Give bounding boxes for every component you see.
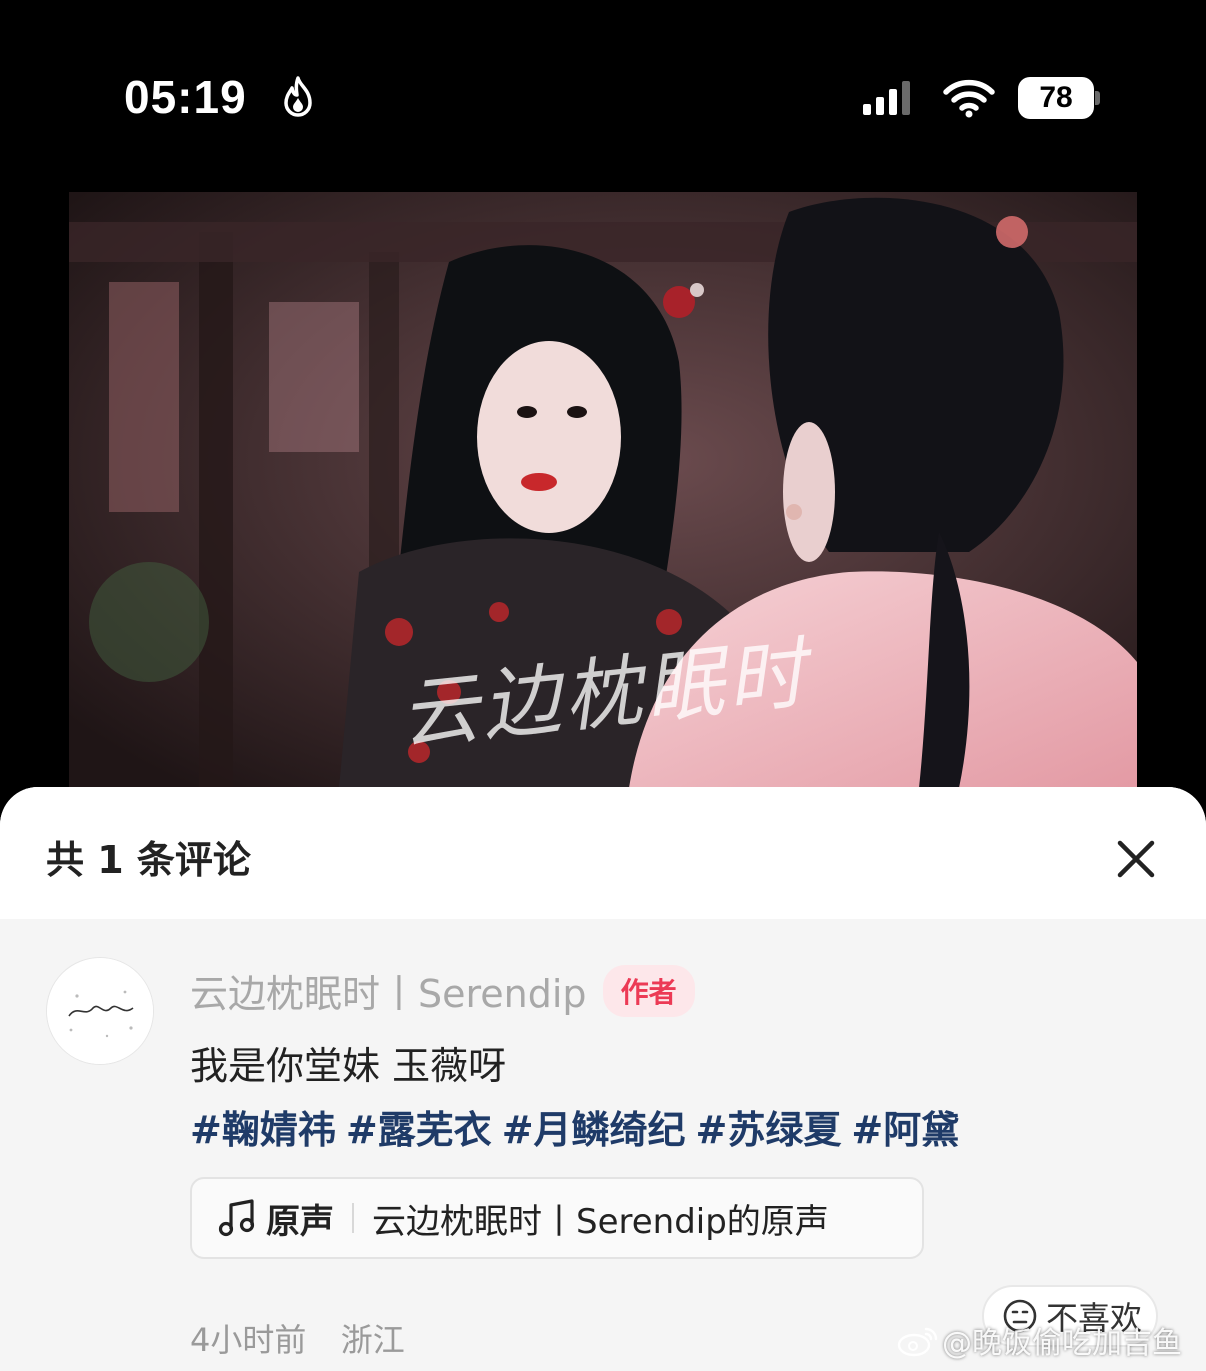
screen: 05:19 78 云边枕眠时 共 1 条评论 云边枕眠时丨Serendip 作者… <box>0 0 1206 1371</box>
music-note-icon <box>218 1199 255 1237</box>
comment-text: 我是你堂妹 玉薇呀 <box>190 1044 507 1088</box>
battery-icon: 78 <box>1018 77 1094 119</box>
flame-icon <box>284 76 312 117</box>
comment-time: 4小时前 <box>190 1321 307 1359</box>
hashtag-link[interactable]: #露芜衣 <box>346 1108 492 1152</box>
status-bar: 05:19 78 <box>0 0 1206 190</box>
original-sound-chip[interactable]: 原声 云边枕眠时丨Serendip的原声 <box>190 1177 924 1259</box>
sound-type-label: 原声 <box>266 1201 334 1242</box>
comment-location: 浙江 <box>340 1321 405 1359</box>
weibo-icon <box>897 1327 938 1357</box>
video-frame[interactable]: 云边枕眠时 <box>69 192 1137 788</box>
wifi-icon <box>943 79 995 118</box>
author-line: 云边枕眠时丨Serendip 作者 <box>190 963 695 1018</box>
comment-meta: 4小时前 浙江 <box>190 1315 405 1361</box>
status-time: 05:19 <box>124 71 247 123</box>
comment-count-title: 共 1 条评论 <box>46 838 251 882</box>
close-icon[interactable] <box>1108 831 1164 887</box>
hashtag-link[interactable]: #月鳞绮纪 <box>502 1108 686 1152</box>
avatar[interactable] <box>46 957 154 1065</box>
battery-cap <box>1095 91 1100 105</box>
hashtag-link[interactable]: #苏绿夏 <box>696 1108 842 1152</box>
hashtag-link[interactable]: #鞠婧祎 <box>190 1108 336 1152</box>
avatar-logo <box>47 958 153 1064</box>
battery-level: 78 <box>1039 81 1073 114</box>
weibo-watermark: @晚饭偷吃加吉鱼 <box>896 1318 1182 1362</box>
author-name[interactable]: 云边枕眠时丨Serendip <box>190 963 587 1018</box>
sound-divider <box>352 1203 354 1233</box>
comments-sheet: 共 1 条评论 云边枕眠时丨Serendip 作者 我是你堂妹 玉薇呀 #鞠婧祎… <box>0 787 1206 1371</box>
hashtag-list: #鞠婧祎 #露芜衣 #月鳞绮纪 #苏绿夏 #阿黛 <box>190 1099 959 1154</box>
hashtag-link[interactable]: #阿黛 <box>851 1108 959 1152</box>
signal-icon <box>863 81 910 115</box>
author-badge: 作者 <box>602 964 695 1017</box>
comment-item: 云边枕眠时丨Serendip 作者 我是你堂妹 玉薇呀 #鞠婧祎 #露芜衣 #月鳞绮… <box>0 919 1206 1371</box>
comments-sheet-header: 共 1 条评论 <box>0 787 1206 919</box>
sound-title: 云边枕眠时丨Serendip的原声 <box>372 1201 829 1242</box>
weibo-watermark-text: @晚饭偷吃加吉鱼 <box>942 1326 1182 1361</box>
